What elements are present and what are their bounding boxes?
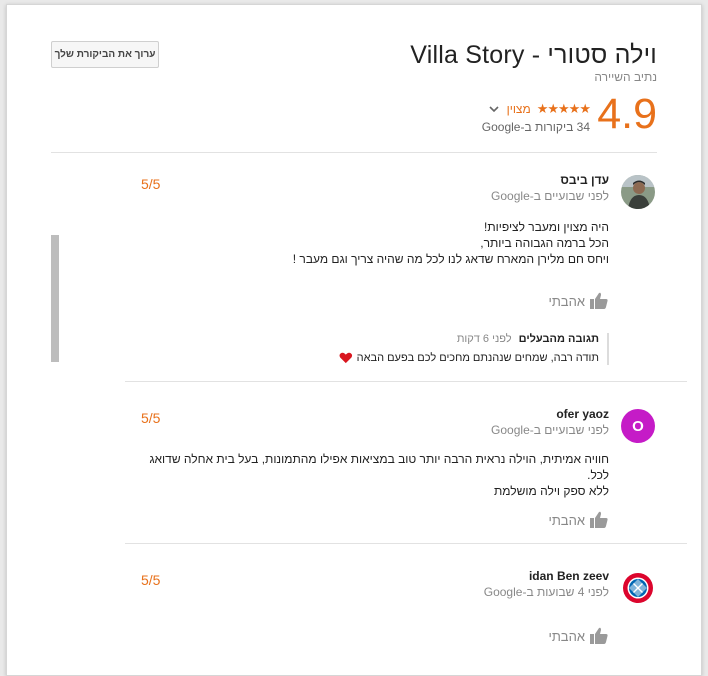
review-text: היה מצוין ומעבר לציפיות! הכל ברמה הגבוהה… (139, 219, 609, 267)
reviewer-name[interactable]: idan Ben zeev (529, 569, 609, 583)
star-rating: ★★★★★ (536, 101, 591, 116)
thumbs-up-icon (590, 511, 608, 528)
heart-icon (339, 352, 353, 364)
review-text-line: ללא ספק וילה מושלמת (493, 484, 609, 498)
bayern-logo-icon (621, 571, 655, 605)
review-time: לפני שבועיים ב-Google (491, 189, 609, 203)
like-label: אהבתי (548, 512, 585, 528)
rating-summary[interactable]: ★★★★★ מצוין (487, 101, 591, 117)
review-score: 5/5 (141, 572, 161, 588)
like-button[interactable]: אהבתי (548, 511, 609, 529)
thumbs-up-icon (590, 292, 608, 309)
divider (125, 381, 687, 382)
like-button[interactable]: אהבתי (548, 627, 609, 645)
place-title: וילה סטורי - Villa Story (410, 41, 657, 69)
review-text-line: חוויה אמיתית, הוילה נראית הרבה יותר טוב … (149, 452, 609, 482)
review-time: לפני 4 שבועות ב-Google (484, 585, 609, 599)
review-time: לפני שבועיים ב-Google (491, 423, 609, 437)
owner-reply-header: תגובה מהבעלים לפני 6 דקות (339, 333, 599, 345)
owner-reply: תגובה מהבעלים לפני 6 דקות תודה רבה, שמחי… (339, 333, 609, 365)
review-text-line: הכל ברמה הגבוהה ביותר, (480, 236, 609, 250)
reviewer-name[interactable]: ofer yaoz (556, 407, 609, 421)
like-label: אהבתי (548, 293, 585, 309)
review-item: idan Ben zeev לפני 4 שבועות ב-Google 5/5… (125, 569, 657, 671)
review-score: 5/5 (141, 410, 161, 426)
owner-reply-text: תודה רבה, שמחים שנהנתם מחכים לכם בפעם הב… (356, 352, 599, 364)
divider (125, 543, 687, 544)
review-item: עדן ביבס לפני שבועיים ב-Google 5/5 היה מ… (125, 173, 657, 375)
scrollbar-thumb[interactable] (51, 235, 59, 362)
chevron-down-icon[interactable] (487, 102, 501, 116)
review-text: חוויה אמיתית, הוילה נראית הרבה יותר טוב … (139, 451, 609, 499)
review-count[interactable]: 34 ביקורות ב-Google (482, 120, 590, 134)
reviews-panel: ערוך את הביקורת שלך וילה סטורי - Villa S… (6, 4, 702, 676)
avatar[interactable]: O (621, 409, 655, 443)
review-time-text: לפני שבועיים ב-Google (491, 423, 609, 437)
rating-word: מצוין (506, 102, 531, 116)
like-button[interactable]: אהבתי (548, 292, 609, 310)
review-text-line: היה מצוין ומעבר לציפיות! (484, 220, 609, 234)
review-score: 5/5 (141, 176, 161, 192)
avatar[interactable] (621, 571, 655, 605)
review-time-text: לפני 4 שבועות ב-Google (483, 585, 609, 599)
owner-reply-title: תגובה מהבעלים (518, 333, 599, 345)
owner-reply-time: לפני 6 דקות (456, 333, 512, 345)
review-item: O ofer yaoz לפני שבועיים ב-Google 5/5 חו… (125, 407, 657, 539)
review-time-text: לפני שבועיים ב-Google (491, 189, 609, 203)
user-photo-icon (621, 175, 655, 209)
reviewer-name[interactable]: עדן ביבס (561, 173, 609, 187)
divider (51, 152, 657, 153)
thumbs-up-icon (590, 627, 608, 644)
place-subtitle: נתיב השיירה (594, 70, 657, 84)
like-label: אהבתי (548, 628, 585, 644)
overall-score: 4.9 (597, 90, 657, 138)
review-text-line: ויחס חם מלירן המארח שדאג לנו לכל מה שהיה… (292, 252, 609, 266)
edit-review-button[interactable]: ערוך את הביקורת שלך (51, 41, 159, 68)
owner-reply-body: תודה רבה, שמחים שנהנתם מחכים לכם בפעם הב… (339, 351, 599, 365)
avatar[interactable] (621, 175, 655, 209)
